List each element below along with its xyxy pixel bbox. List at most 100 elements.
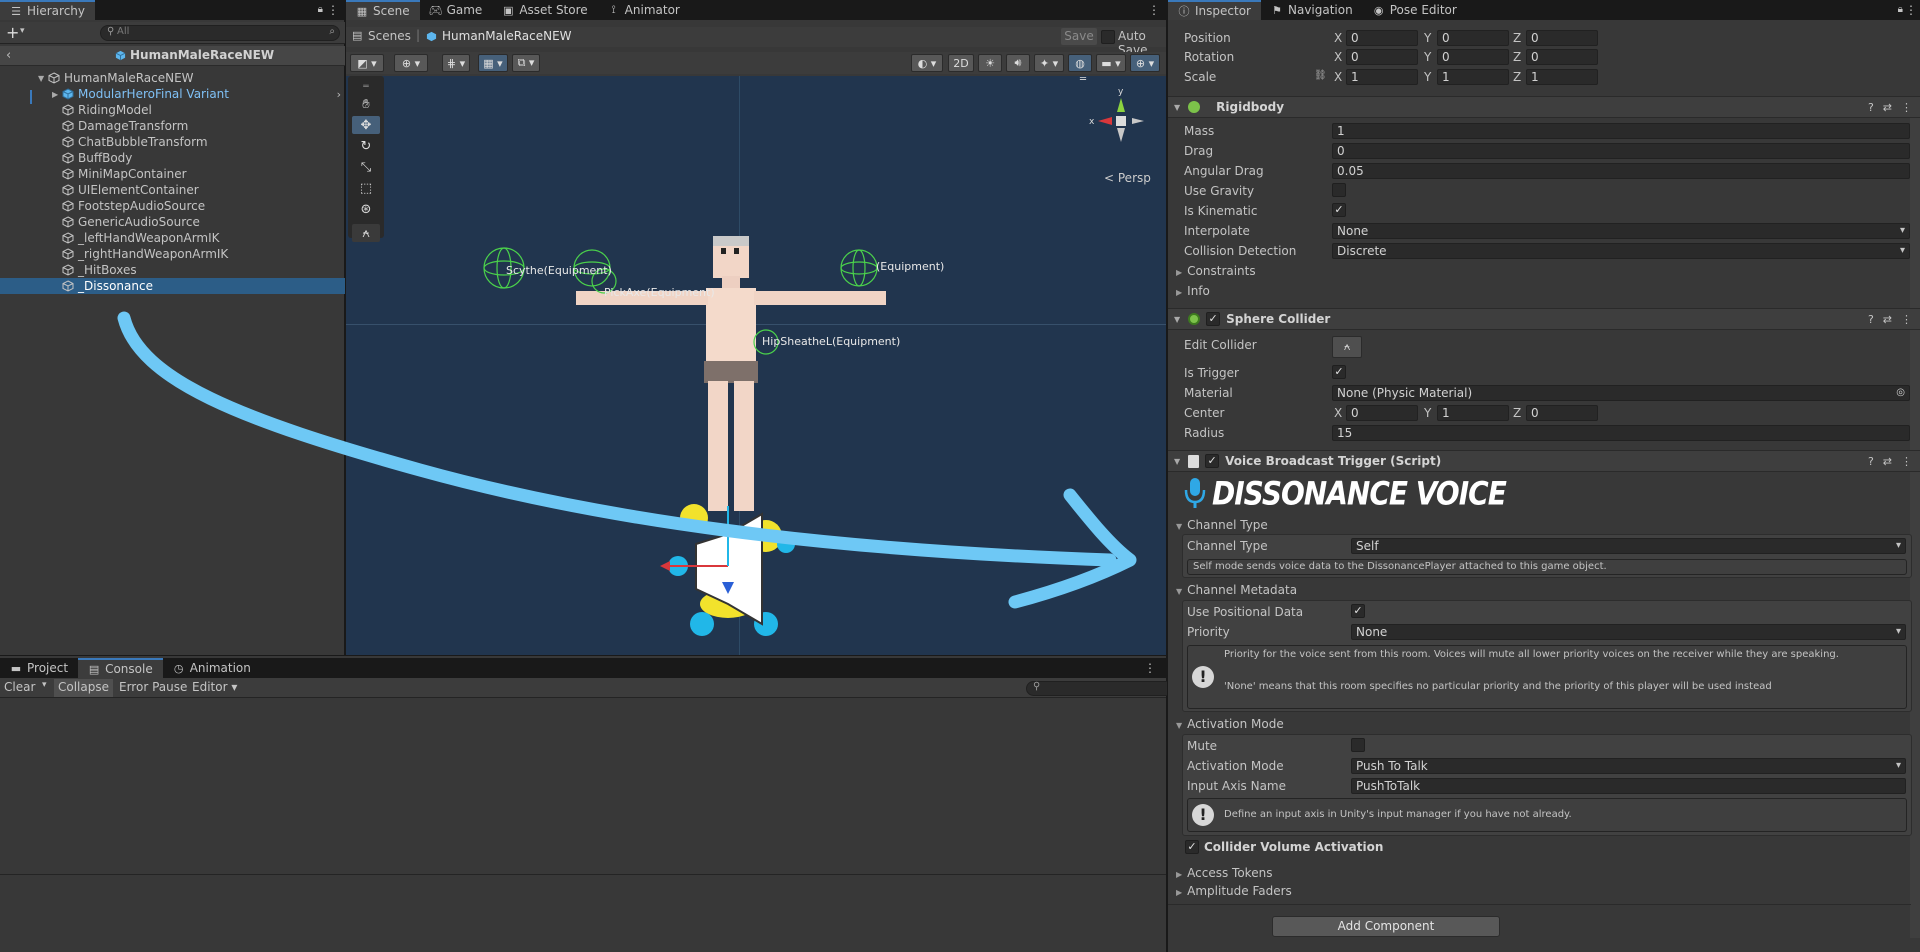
y-label: Y [1424, 70, 1432, 84]
channel-metadata-foldout[interactable]: Channel Metadata [1176, 583, 1297, 597]
console-panel: ▬ Project ▤ Console ◷ Animation ⋮ Clear ▾ C… [0, 656, 1387, 952]
access-tokens-foldout[interactable]: Access Tokens [1176, 866, 1272, 880]
tab-project[interactable]: ▬ Project [0, 658, 78, 678]
sphere-collider-header[interactable]: ▼ ✓ Sphere Collider ? ⇄ ⋮ [1168, 308, 1920, 330]
preset-icon[interactable]: ⇄ [1883, 455, 1892, 468]
kebab-menu-icon[interactable]: ⋮ [1901, 455, 1912, 468]
error-pause-button[interactable]: Error Pause [119, 680, 187, 694]
interpolate-dropdown[interactable]: None [1332, 223, 1910, 239]
add-component-button[interactable]: Add Component [1272, 916, 1500, 937]
folder-icon: ▬ [10, 661, 22, 675]
rigidbody-title: Rigidbody [1216, 100, 1285, 114]
angular-drag-field[interactable]: 0.05 [1332, 163, 1910, 179]
tab-navigation-label: Navigation [1287, 3, 1353, 17]
collider-activation-label: Collider Volume Activation [1204, 840, 1384, 854]
kebab-menu-icon[interactable]: ⋮ [1901, 313, 1912, 326]
priority-label: Priority [1187, 625, 1230, 639]
mute-label: Mute [1187, 739, 1218, 753]
position-y-field[interactable]: 0 [1437, 30, 1509, 46]
mass-label: Mass [1184, 124, 1215, 138]
rigidbody-icon [1188, 101, 1201, 113]
rigidbody-header[interactable]: ▼ Rigidbody ? ⇄ ⋮ [1168, 96, 1920, 118]
tab-pose-editor[interactable]: ◉ Pose Editor [1363, 0, 1467, 20]
scale-x-field[interactable]: 1 [1346, 69, 1418, 85]
preset-icon[interactable]: ⇄ [1883, 313, 1892, 326]
channel-type-value: Self [1356, 539, 1379, 553]
link-icon[interactable]: ⛓ [1314, 70, 1327, 81]
angular-drag-label: Angular Drag [1184, 164, 1264, 178]
edit-collider-button[interactable]: ⍲ [1332, 336, 1362, 358]
console-tabbar: ▬ Project ▤ Console ◷ Animation ⋮ [0, 658, 1166, 678]
z-label: Z [1513, 31, 1522, 45]
sphere-collider-enabled-checkbox[interactable]: ✓ [1206, 312, 1221, 326]
object-picker-icon[interactable]: ◎ [1896, 386, 1905, 400]
collider-activation-checkbox[interactable]: ✓ [1185, 840, 1199, 854]
x-label: X [1334, 31, 1343, 45]
help-icon[interactable]: ? [1868, 101, 1874, 114]
scale-z-field[interactable]: 1 [1526, 69, 1598, 85]
tab-console[interactable]: ▤ Console [78, 658, 163, 678]
center-x-field[interactable]: 0 [1346, 405, 1418, 421]
scale-y-field[interactable]: 1 [1437, 69, 1509, 85]
activation-mode-label: Activation Mode [1187, 759, 1284, 773]
material-label: Material [1184, 386, 1233, 400]
console-toolbar: Clear ▾ Collapse Error Pause Editor ▾ ⚲ [0, 678, 1336, 698]
is-kinematic-checkbox[interactable]: ✓ [1332, 203, 1346, 217]
is-trigger-checkbox[interactable]: ✓ [1332, 365, 1346, 379]
position-label: Position [1184, 31, 1231, 45]
y-label: Y [1424, 50, 1432, 64]
collision-detection-value: Discrete [1337, 244, 1387, 258]
position-z-field[interactable]: 0 [1526, 30, 1598, 46]
fold-open-icon: ▼ [1174, 314, 1181, 324]
warning-icon: ! [1192, 804, 1214, 826]
lock-icon[interactable]: 🔒︎ [1898, 4, 1903, 15]
info-foldout[interactable]: Info [1176, 284, 1210, 298]
material-field[interactable]: None (Physic Material) ◎ [1332, 385, 1910, 401]
voice-trigger-header[interactable]: ▼ ✓ Voice Broadcast Trigger (Script) ? ⇄ ⋮ [1168, 450, 1920, 472]
rotation-z-field[interactable]: 0 [1526, 49, 1598, 65]
center-y-field[interactable]: 1 [1437, 405, 1509, 421]
tab-inspector[interactable]: ⓘ Inspector [1168, 0, 1261, 20]
help-icon[interactable]: ? [1868, 313, 1874, 326]
editor-dropdown[interactable]: Editor ▾ [192, 680, 237, 694]
rotation-x-field[interactable]: 0 [1346, 49, 1418, 65]
rotation-y-field[interactable]: 0 [1437, 49, 1509, 65]
clear-dropdown-icon[interactable]: ▾ [42, 680, 47, 690]
positional-data-checkbox[interactable]: ✓ [1351, 604, 1365, 618]
clear-button[interactable]: Clear [4, 680, 35, 694]
scale-label: Scale [1184, 70, 1217, 84]
channel-type-foldout[interactable]: Channel Type [1176, 518, 1268, 532]
priority-dropdown[interactable]: None [1351, 624, 1906, 640]
amplitude-faders-foldout[interactable]: Amplitude Faders [1176, 884, 1292, 898]
kebab-menu-icon[interactable]: ⋮ [1144, 661, 1156, 675]
interpolate-value: None [1337, 224, 1369, 238]
console-divider [0, 874, 1166, 875]
mute-checkbox[interactable] [1351, 738, 1365, 752]
component-icons: ? ⇄ ⋮ [1868, 313, 1912, 326]
tab-animation[interactable]: ◷ Animation [163, 658, 261, 678]
input-axis-field[interactable]: PushToTalk [1351, 778, 1906, 794]
use-gravity-checkbox[interactable] [1332, 183, 1346, 197]
collision-detection-dropdown[interactable]: Discrete [1332, 243, 1910, 259]
channel-help-box: Self mode sends voice data to the Disson… [1187, 559, 1907, 575]
tab-navigation[interactable]: ⚑ Navigation [1261, 0, 1363, 20]
collapse-label: Collapse [58, 680, 109, 694]
kebab-menu-icon[interactable]: ⋮ [1901, 101, 1912, 114]
channel-type-dropdown[interactable]: Self [1351, 538, 1906, 554]
position-x-field[interactable]: 0 [1346, 30, 1418, 46]
voice-trigger-enabled-checkbox[interactable]: ✓ [1205, 454, 1220, 468]
activation-mode-foldout[interactable]: Activation Mode [1176, 717, 1284, 731]
kebab-menu-icon[interactable]: ⋮ [1905, 3, 1917, 17]
help-icon[interactable]: ? [1868, 455, 1874, 468]
priority-help-text-2: 'None' means that this room specifies no… [1224, 681, 1772, 692]
collapse-button[interactable]: Collapse [54, 679, 113, 697]
constraints-foldout[interactable]: Constraints [1176, 264, 1255, 278]
preset-icon[interactable]: ⇄ [1883, 101, 1892, 114]
radius-field[interactable]: 15 [1332, 425, 1910, 441]
inspector-divider [1168, 904, 1911, 905]
center-z-field[interactable]: 0 [1526, 405, 1598, 421]
activation-mode-dropdown[interactable]: Push To Talk [1351, 758, 1906, 774]
drag-field[interactable]: 0 [1332, 143, 1910, 159]
is-trigger-label: Is Trigger [1184, 366, 1239, 380]
mass-field[interactable]: 1 [1332, 123, 1910, 139]
